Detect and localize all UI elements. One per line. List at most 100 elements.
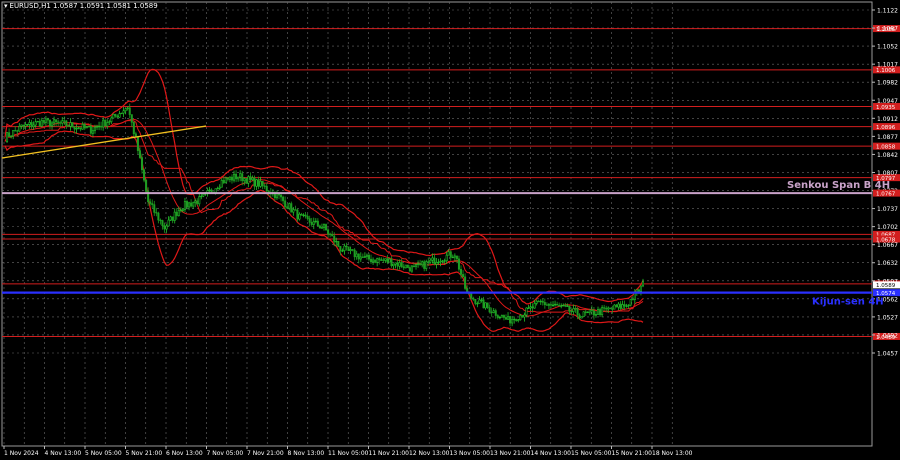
candle-body bbox=[124, 108, 127, 112]
candle-body bbox=[110, 117, 113, 122]
kijun-curve-line bbox=[4, 120, 644, 313]
chart-grid bbox=[1, 1, 873, 447]
candle-body bbox=[560, 305, 563, 307]
candle-body bbox=[316, 220, 319, 227]
candle-body bbox=[12, 130, 15, 137]
candle-body bbox=[241, 173, 244, 182]
candle-body bbox=[607, 307, 610, 310]
time-tick-label: 5 Nov 21:00 bbox=[126, 450, 163, 457]
candle-body bbox=[437, 261, 440, 264]
candle-body bbox=[75, 128, 78, 130]
candle-body bbox=[67, 125, 70, 127]
candle-body bbox=[245, 178, 248, 184]
candle-body bbox=[635, 289, 638, 292]
candle-body bbox=[6, 132, 9, 142]
candle-body bbox=[169, 216, 172, 221]
collapse-arrow-icon[interactable]: ▾ bbox=[4, 2, 8, 10]
candle-body bbox=[500, 315, 503, 318]
candle-body bbox=[603, 307, 606, 309]
candle-body bbox=[627, 304, 630, 307]
candle-body bbox=[185, 201, 189, 208]
candle-body bbox=[376, 258, 379, 263]
candle-body bbox=[449, 251, 452, 258]
candle-body bbox=[617, 303, 620, 308]
candle-body bbox=[167, 219, 170, 227]
time-tick-label: 12 Nov 13:00 bbox=[409, 450, 450, 457]
candle-body bbox=[263, 185, 266, 187]
candle-body bbox=[143, 169, 146, 181]
candle-body bbox=[10, 135, 13, 137]
candle-body bbox=[310, 222, 313, 225]
candle-body bbox=[198, 196, 201, 205]
candle-body bbox=[343, 245, 346, 252]
candle-body bbox=[611, 308, 614, 310]
candle-body bbox=[53, 119, 56, 124]
candle-body bbox=[300, 213, 303, 216]
candle-body bbox=[490, 311, 493, 314]
candle-body bbox=[543, 302, 546, 306]
candle-body bbox=[609, 307, 612, 310]
candle-body bbox=[208, 189, 211, 191]
time-axis[interactable]: 1 Nov 2024 4 Nov 13:00 5 Nov 05:00 5 Nov 21… bbox=[3, 446, 693, 457]
middle-line bbox=[4, 118, 644, 317]
candle-body bbox=[214, 188, 217, 193]
time-tick-label: 8 Nov 13:00 bbox=[288, 450, 325, 457]
candle-body bbox=[104, 119, 107, 127]
candle-body bbox=[478, 299, 481, 304]
candle-body bbox=[237, 176, 240, 180]
price-tick-label: 1.0807 bbox=[877, 170, 898, 177]
candle-body bbox=[280, 194, 283, 198]
candle-body bbox=[230, 176, 233, 181]
time-tick-label: 18 Nov 13:00 bbox=[652, 450, 693, 457]
candle-body bbox=[165, 225, 168, 230]
candle-body bbox=[556, 303, 559, 306]
candle-body bbox=[290, 203, 293, 213]
candle-body bbox=[177, 210, 180, 216]
candle-body bbox=[136, 136, 139, 151]
candle-body bbox=[57, 121, 60, 123]
candle-body bbox=[40, 120, 43, 127]
lower-band-line bbox=[4, 130, 644, 332]
senkou-price-label: 1.0767 bbox=[876, 191, 896, 197]
candle-body bbox=[554, 303, 557, 306]
candle-body bbox=[69, 122, 72, 127]
candle-body bbox=[509, 316, 512, 324]
price-tick-label: 1.0702 bbox=[877, 224, 898, 231]
candle-body bbox=[404, 264, 407, 269]
candle-body bbox=[175, 211, 178, 216]
candle-body bbox=[26, 124, 29, 126]
candle-body bbox=[492, 310, 495, 313]
overlays bbox=[1, 125, 872, 294]
candle-body bbox=[558, 304, 561, 307]
candle-body bbox=[42, 120, 45, 123]
time-tick-label: 13 Nov 21:00 bbox=[490, 450, 531, 457]
candle-body bbox=[284, 200, 287, 208]
candle-body bbox=[590, 309, 593, 312]
candle-body bbox=[210, 189, 213, 193]
candle-body bbox=[337, 240, 340, 247]
candle-body bbox=[138, 150, 141, 158]
candle-body bbox=[192, 202, 195, 207]
candle-body bbox=[159, 219, 162, 222]
candle-body bbox=[89, 125, 92, 134]
candle-body bbox=[484, 302, 487, 309]
candle-body bbox=[79, 127, 82, 130]
candle-body bbox=[173, 211, 176, 221]
candle-body bbox=[355, 253, 358, 258]
candle-body bbox=[388, 258, 391, 263]
candle-body bbox=[85, 126, 88, 129]
time-tick-label: 11 Nov 21:00 bbox=[369, 450, 410, 457]
level-price-label: 1.0896 bbox=[876, 125, 896, 131]
candle-body bbox=[235, 173, 238, 180]
candle-body bbox=[77, 127, 80, 129]
price-chart[interactable]: 1.10861.10061.09351.08961.08581.07971.06… bbox=[0, 0, 900, 460]
candle-body bbox=[306, 215, 309, 219]
candle-body bbox=[122, 110, 125, 114]
candle-body bbox=[93, 126, 96, 131]
candle-body bbox=[320, 227, 323, 229]
candle-body bbox=[384, 258, 387, 261]
candle-body bbox=[255, 179, 258, 187]
candle-body bbox=[341, 250, 344, 252]
candle-body bbox=[61, 120, 64, 124]
candle-body bbox=[566, 305, 569, 307]
